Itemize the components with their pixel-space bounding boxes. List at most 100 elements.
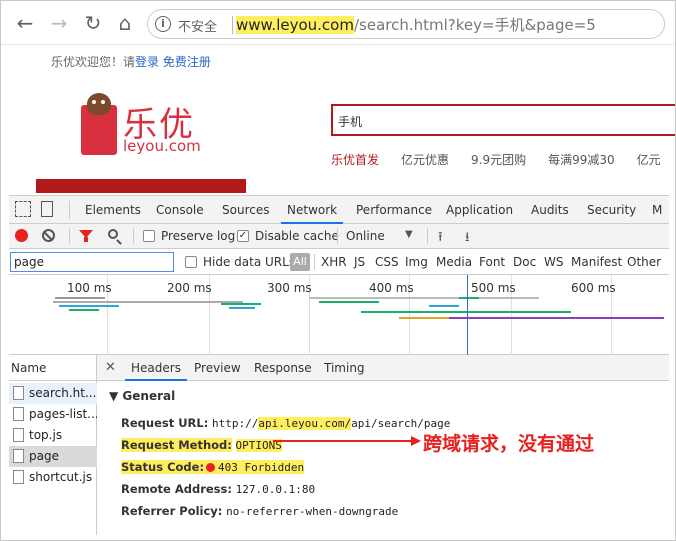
timeline-tick: 100 ms [67, 281, 112, 295]
timeline-tick: 600 ms [571, 281, 616, 295]
url-text[interactable]: www.leyou.com/search.html?key=手机&page=5 [236, 14, 596, 35]
filter-other[interactable]: Other [627, 255, 661, 269]
filter-ws[interactable]: WS [544, 255, 563, 269]
filter-font[interactable]: Font [479, 255, 505, 269]
timeline-tick: 400 ms [369, 281, 414, 295]
general-section-header[interactable]: ▼ General [109, 389, 175, 403]
status-code-row: Status Code: 403 Forbidden [121, 460, 305, 474]
preserve-log-checkbox[interactable] [143, 230, 155, 242]
tab-network[interactable]: Network [280, 203, 344, 224]
referrer-policy-key: Referrer Policy: [121, 504, 223, 518]
request-url-key: Request URL: [121, 416, 209, 430]
filter-css[interactable]: CSS [375, 255, 399, 269]
tab-security[interactable]: Security [587, 203, 636, 217]
export-har-icon[interactable]: ⭳ [465, 228, 470, 250]
request-method-row: Request Method: OPTIONS [121, 438, 282, 452]
hide-data-urls-checkbox[interactable] [185, 256, 197, 268]
filter-doc[interactable]: Doc [513, 255, 536, 269]
preserve-log-label: Preserve log [161, 229, 236, 243]
network-toolbar: Preserve log ✓ Disable cache Online ▼ ⭱ … [9, 224, 669, 249]
request-url-row: Request URL: http://api.leyou.com/api/se… [121, 416, 450, 430]
hotlink-item[interactable]: 乐优首发 [331, 153, 379, 167]
request-list: Name search.ht... pages-list... top.js p… [9, 355, 97, 535]
logo-text-en: leyou.com [123, 137, 201, 155]
remote-address-key: Remote Address: [121, 482, 232, 496]
tab-preview[interactable]: Preview [194, 361, 241, 375]
chevron-down-icon[interactable]: ▼ [405, 229, 413, 240]
login-link[interactable]: 登录 [135, 55, 159, 69]
filter-xhr[interactable]: XHR [321, 255, 347, 269]
filter-icon-stem [84, 237, 88, 242]
hotlink-item[interactable]: 亿元优惠 [401, 153, 449, 167]
hot-links: 乐优首发 亿元优惠 9.9元团购 每满99减30 亿元 [331, 151, 675, 168]
disable-cache-label: Disable cache [255, 229, 339, 243]
disable-cache-checkbox[interactable]: ✓ [237, 230, 249, 242]
hotlink-item[interactable]: 亿元 [637, 153, 661, 167]
hotlink-item[interactable]: 每满99减30 [548, 153, 615, 167]
status-code-value: 403 Forbidden [218, 461, 305, 474]
hotlink-item[interactable]: 9.9元团购 [471, 153, 526, 167]
filter-js[interactable]: JS [354, 255, 365, 269]
tab-sources[interactable]: Sources [222, 203, 269, 217]
close-icon[interactable]: ✕ [105, 360, 116, 375]
throttle-select[interactable]: Online [346, 229, 385, 243]
back-icon[interactable]: ← [13, 11, 37, 35]
filter-manifest[interactable]: Manifest [571, 255, 622, 269]
list-item[interactable]: search.ht... [9, 383, 97, 404]
tab-headers[interactable]: Headers [125, 361, 187, 381]
browser-window: ← → ↻ ⌂ i 不安全 www.leyou.com/search.html?… [0, 0, 676, 541]
import-har-icon[interactable]: ⭱ [438, 228, 443, 250]
address-bar[interactable]: i 不安全 www.leyou.com/search.html?key=手机&p… [147, 9, 665, 39]
tab-performance[interactable]: Performance [356, 203, 432, 217]
url-path: /search.html?key=手机&page=5 [353, 16, 596, 34]
clear-icon[interactable] [42, 229, 55, 242]
tab-console[interactable]: Console [156, 203, 204, 217]
file-name: shortcut.js [29, 470, 93, 484]
forward-icon[interactable]: → [47, 11, 71, 35]
search-icon[interactable] [108, 229, 118, 239]
filter-img[interactable]: Img [405, 255, 428, 269]
reload-icon[interactable]: ↻ [81, 11, 105, 35]
filter-media[interactable]: Media [436, 255, 472, 269]
search-value: 手机 [338, 115, 363, 129]
tab-audits[interactable]: Audits [531, 203, 569, 217]
home-icon[interactable]: ⌂ [113, 11, 137, 35]
divider [232, 16, 233, 34]
referrer-policy-row: Referrer Policy: no-referrer-when-downgr… [121, 504, 398, 518]
welcome-text: 乐优欢迎您！请登录 免费注册 [51, 53, 211, 70]
tab-more[interactable]: M [652, 203, 662, 217]
remote-address-row: Remote Address: 127.0.0.1:80 [121, 482, 315, 496]
file-name: search.ht... [29, 386, 97, 400]
list-item[interactable]: page [9, 446, 97, 467]
file-name: top.js [29, 428, 63, 442]
inspect-element-icon[interactable] [15, 201, 31, 217]
request-method-key: Request Method: [121, 438, 232, 452]
tab-response[interactable]: Response [254, 361, 312, 375]
list-item[interactable]: shortcut.js [9, 467, 97, 488]
tab-application[interactable]: Application [446, 203, 513, 217]
info-icon[interactable]: i [155, 16, 171, 32]
site-search-input[interactable]: 手机 [331, 104, 675, 136]
list-item[interactable]: top.js [9, 425, 97, 446]
list-item[interactable]: pages-list... [9, 404, 97, 425]
file-icon [13, 386, 24, 400]
network-timeline[interactable]: 100 ms 200 ms 300 ms 400 ms 500 ms 600 m… [9, 275, 669, 355]
dog-mascot-icon [87, 93, 111, 115]
record-icon[interactable] [15, 229, 28, 242]
tab-timing[interactable]: Timing [324, 361, 365, 375]
file-icon [13, 407, 24, 421]
filter-input[interactable]: page [10, 252, 174, 272]
tab-elements[interactable]: Elements [85, 203, 141, 217]
filter-all[interactable]: All [290, 253, 310, 271]
name-column-header[interactable]: Name [9, 355, 97, 381]
file-name: pages-list... [29, 407, 97, 421]
remote-address-value: 127.0.0.1:80 [235, 483, 316, 496]
register-link[interactable]: 免费注册 [163, 55, 211, 69]
site-logo[interactable]: 乐优 leyou.com [81, 93, 221, 159]
device-toolbar-icon[interactable] [41, 201, 53, 217]
timeline-tick: 500 ms [471, 281, 516, 295]
annotation-arrow-icon [273, 436, 421, 446]
file-icon [13, 428, 24, 442]
browser-toolbar: ← → ↻ ⌂ i 不安全 www.leyou.com/search.html?… [1, 1, 675, 45]
annotation-text: 跨域请求，没有通过 [423, 433, 595, 455]
